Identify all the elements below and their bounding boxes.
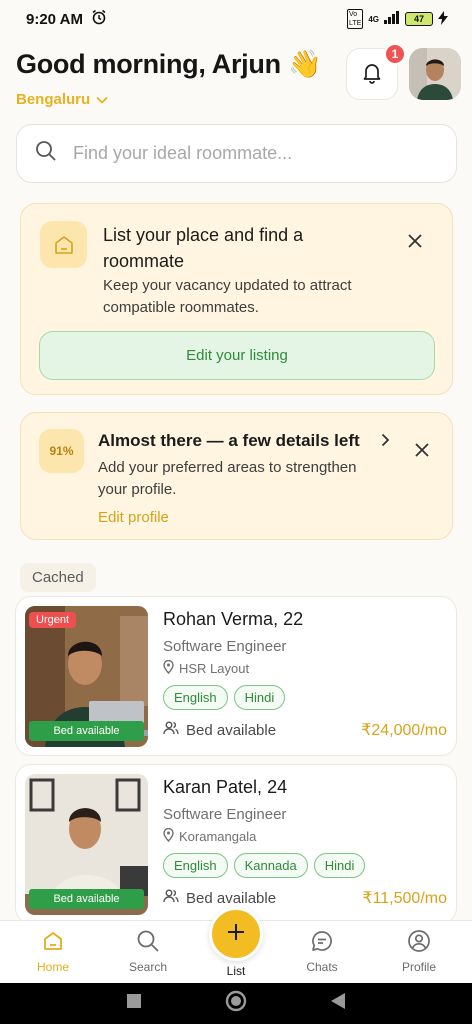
nav-list-label: List — [226, 964, 246, 978]
listing-photo: Bed available — [25, 774, 148, 915]
edit-listing-button[interactable]: Edit your listing — [39, 331, 435, 380]
language-tag: Kannada — [233, 853, 308, 878]
nav-profile-label: Profile — [401, 960, 436, 974]
availability: Bed available — [163, 721, 276, 739]
status-time: 9:20 AM — [26, 10, 83, 28]
chevron-right-icon[interactable] — [381, 433, 390, 452]
people-icon — [163, 889, 179, 907]
add-listing-button[interactable] — [209, 907, 263, 961]
profile-card-description: Add your preferred areas to strengthen y… — [98, 459, 357, 498]
listing-location: HSR Layout — [163, 659, 250, 677]
profile-icon — [407, 929, 431, 956]
system-nav-bar — [0, 983, 472, 1024]
edit-profile-link[interactable]: Edit profile — [98, 509, 169, 526]
listing-price: ₹24,000/mo — [361, 722, 447, 739]
nav-chats-label: Chats — [306, 960, 338, 974]
urgent-badge: Urgent — [29, 612, 77, 628]
nav-home[interactable]: Home — [13, 929, 93, 974]
listing-name: Karan Patel, 24 — [163, 777, 288, 797]
close-icon[interactable] — [415, 443, 429, 462]
close-icon[interactable] — [408, 234, 422, 253]
battery-icon: 47 — [405, 12, 433, 26]
listing-location: Koramangala — [163, 827, 257, 845]
list-card-title: List your place and find a roommate — [103, 225, 304, 271]
location-pin-icon — [163, 827, 174, 845]
nav-search-label: Search — [128, 960, 168, 974]
home-circle-icon[interactable] — [225, 990, 247, 1017]
plus-icon — [226, 922, 246, 947]
location-text: Koramangala — [179, 829, 257, 844]
nav-home-label: Home — [36, 960, 69, 974]
search-bar[interactable]: Find your ideal roommate... — [16, 124, 457, 183]
notification-badge: 1 — [384, 43, 406, 65]
listing-job: Software Engineer — [163, 806, 287, 823]
listing-job: Software Engineer — [163, 638, 287, 655]
volte-icon: Vo LTE — [347, 9, 364, 29]
language-tag: English — [163, 853, 228, 878]
listing-name: Rohan Verma, 22 — [163, 609, 304, 629]
location-text: HSR Layout — [179, 661, 250, 676]
profile-percent: 91% — [39, 429, 84, 473]
home-icon — [40, 221, 87, 268]
city-label: Bengaluru — [16, 91, 91, 108]
search-icon — [35, 140, 57, 167]
profile-card-title: Almost there — a few details left — [98, 431, 360, 450]
greeting-title: Good morning, Arjun 👋 — [16, 48, 322, 80]
nav-chats[interactable]: Chats — [282, 929, 362, 974]
availability-text: Bed available — [186, 889, 277, 907]
location-pin-icon — [163, 659, 174, 677]
nav-profile[interactable]: Profile — [379, 929, 459, 974]
language-tag: Hindi — [233, 685, 286, 710]
notifications-button[interactable]: 1 — [346, 43, 406, 100]
language-tags: English Kannada Hindi — [163, 853, 366, 878]
availability: Bed available — [163, 889, 276, 907]
listing-card[interactable]: Urgent Bed available Rohan Verma, 22 Sof… — [15, 596, 457, 756]
home-icon — [41, 929, 65, 956]
listing-photo: Urgent Bed available — [25, 606, 148, 747]
availability-text: Bed available — [186, 721, 277, 739]
alarm-icon — [91, 9, 107, 29]
avatar[interactable] — [409, 48, 461, 100]
list-card-description: Keep your vacancy updated to attract com… — [103, 277, 352, 316]
city-selector[interactable]: Bengaluru — [16, 91, 108, 108]
section-label: Cached — [20, 563, 96, 592]
bed-available-tag: Bed available — [29, 721, 144, 741]
greeting-text: Good morning, Arjun — [16, 49, 281, 79]
chat-icon — [310, 929, 334, 956]
charging-icon — [438, 10, 448, 28]
listing-card[interactable]: Bed available Karan Patel, 24 Software E… — [15, 764, 457, 924]
back-icon[interactable] — [331, 993, 345, 1014]
bell-icon — [360, 60, 384, 89]
chevron-down-icon — [96, 91, 108, 108]
status-bar: 9:20 AM Vo LTE 4G 47 — [0, 0, 472, 38]
bed-available-tag: Bed available — [29, 889, 144, 909]
battery-level: 47 — [413, 14, 424, 24]
search-input[interactable]: Find your ideal roommate... — [73, 143, 292, 164]
listing-price: ₹11,500/mo — [362, 890, 447, 907]
network-type: 4G — [368, 14, 379, 24]
people-icon — [163, 721, 179, 739]
list-place-card: List your place and find a roommate Keep… — [20, 203, 453, 395]
signal-icon — [384, 11, 400, 27]
language-tags: English Hindi — [163, 685, 286, 710]
recents-icon[interactable] — [127, 994, 141, 1013]
wave-emoji: 👋 — [287, 49, 322, 79]
language-tag: English — [163, 685, 228, 710]
profile-completion-card[interactable]: 91% Almost there — a few details left Ad… — [20, 412, 453, 540]
nav-search[interactable]: Search — [108, 929, 188, 974]
search-icon — [136, 929, 160, 956]
language-tag: Hindi — [313, 853, 366, 878]
